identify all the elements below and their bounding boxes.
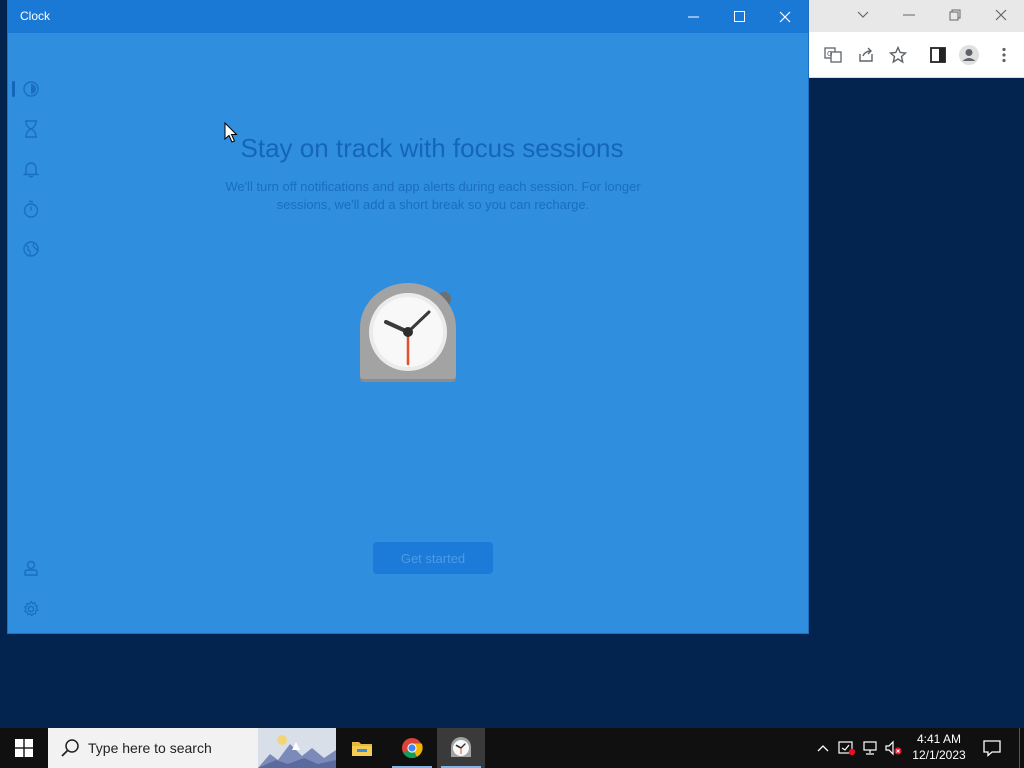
notification-center-icon[interactable]	[976, 728, 1008, 768]
selected-nav-indicator	[12, 81, 15, 97]
network-icon[interactable]	[861, 738, 881, 758]
close-icon[interactable]	[978, 0, 1024, 30]
chevron-down-icon[interactable]	[840, 0, 886, 30]
windows-logo-icon	[15, 739, 33, 757]
stopwatch-illustration-icon	[358, 282, 458, 386]
chrome-toolbar: G	[805, 32, 1024, 77]
clock-date: 12/1/2023	[912, 748, 966, 762]
stopwatch-icon[interactable]	[21, 199, 41, 219]
focus-sessions-icon[interactable]	[21, 79, 41, 99]
maximize-icon[interactable]	[716, 0, 762, 33]
svg-text:G: G	[827, 50, 832, 58]
clock-window: Clock Stay on track with focus sessions …	[8, 0, 808, 633]
search-placeholder: Type here to search	[88, 740, 212, 756]
clock-titlebar[interactable]: Clock	[8, 0, 808, 33]
window-title: Clock	[20, 9, 51, 23]
search-highlight-image	[258, 728, 336, 768]
navigation-sidebar	[8, 33, 56, 633]
description-text: We'll turn off notifications and app ale…	[225, 179, 641, 212]
minimize-icon[interactable]	[670, 0, 716, 33]
system-clock[interactable]: 4:41 AM 12/1/2023	[905, 731, 973, 765]
profile-avatar-icon[interactable]	[956, 42, 982, 68]
show-desktop-button[interactable]	[1019, 728, 1024, 768]
share-icon[interactable]	[853, 42, 879, 68]
taskbar: Type here to search 4:41 AM 12/1/2023	[0, 728, 1024, 768]
clock-app-icon[interactable]	[437, 728, 485, 768]
chrome-titlebar	[805, 0, 1024, 32]
file-explorer-icon[interactable]	[338, 728, 386, 768]
security-alert-icon[interactable]	[837, 738, 857, 758]
side-panel-icon[interactable]	[925, 42, 951, 68]
search-input[interactable]: Type here to search	[48, 728, 336, 768]
chrome-window: G	[805, 0, 1024, 78]
start-button[interactable]	[0, 728, 48, 768]
translate-icon[interactable]: G	[820, 42, 846, 68]
volume-muted-icon[interactable]	[884, 738, 904, 758]
chrome-icon[interactable]	[388, 728, 436, 768]
get-started-button[interactable]: Get started	[373, 542, 493, 574]
page-title: Stay on track with focus sessions	[240, 133, 624, 163]
restore-icon[interactable]	[932, 0, 978, 30]
chevron-up-icon[interactable]	[813, 738, 833, 758]
bookmark-star-icon[interactable]	[885, 42, 911, 68]
search-icon	[61, 739, 79, 757]
close-icon[interactable]	[762, 0, 808, 33]
kebab-menu-icon[interactable]	[991, 42, 1017, 68]
world-clock-icon[interactable]	[21, 239, 41, 259]
minimize-icon[interactable]	[886, 0, 932, 30]
mouse-cursor-icon	[224, 121, 238, 144]
clock-time: 4:41 AM	[916, 732, 962, 746]
account-icon[interactable]	[21, 558, 41, 578]
settings-icon[interactable]	[21, 599, 41, 619]
